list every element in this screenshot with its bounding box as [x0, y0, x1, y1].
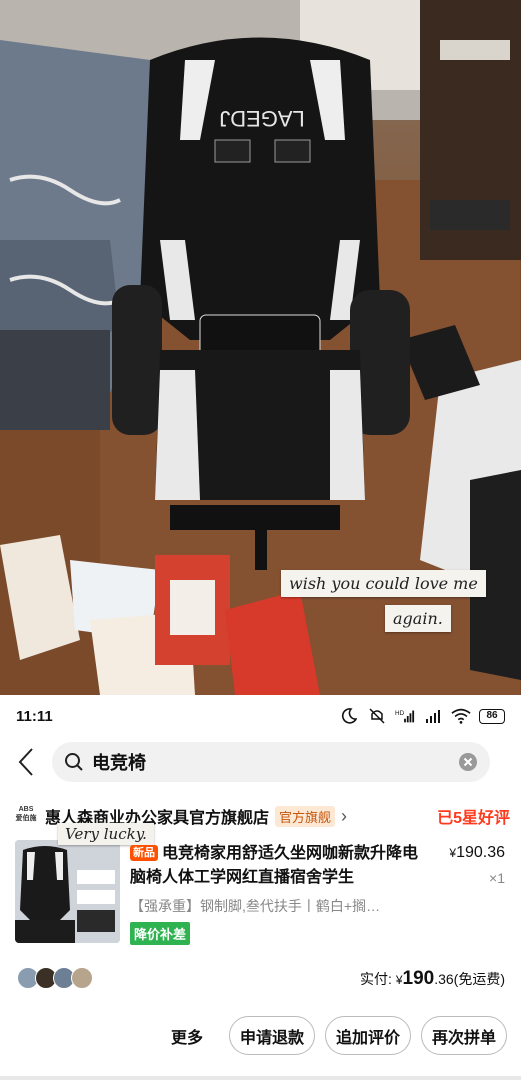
paid-integer: 190 [402, 968, 435, 989]
chevron-right-icon: › [341, 805, 348, 826]
refund-button[interactable]: 申请退款 [228, 1016, 315, 1055]
back-button[interactable] [0, 737, 52, 787]
mute-icon [367, 707, 387, 725]
reorder-button[interactable]: 再次拼单 [420, 1016, 507, 1055]
signal-hd-icon: HD [395, 707, 415, 725]
store-logo: ABS 爱伯施 [15, 806, 37, 822]
avatar [71, 967, 93, 989]
product-badge: 新品 [130, 845, 158, 861]
product-title-text: 电竞椅家用舒适久坐网咖新款升降电脑椅人体工学网红直播宿舍学生 [130, 845, 419, 886]
price-protection-badge[interactable]: 降价补差 [130, 922, 191, 945]
product-spec: 【强承重】钢制脚,叁代扶手丨鹤白+搁… [130, 898, 381, 914]
photo-caption-line-2: again. [385, 605, 451, 632]
search-header: 电竞椅 [0, 737, 521, 787]
paid-symbol: ¥ [395, 973, 403, 987]
more-button[interactable]: 更多 [171, 1024, 203, 1048]
product-price: ¥190.36 [449, 844, 505, 862]
shipping-note: (免运费) [453, 971, 505, 987]
rating-status: 已5星好评 [437, 810, 510, 827]
status-icons: HD 86 [339, 707, 505, 725]
photo-caption-line-1: wish you could love me [281, 570, 486, 597]
product-image [15, 840, 120, 943]
search-query: 电竞椅 [92, 753, 146, 773]
back-icon [18, 748, 33, 776]
store-tag-badge: 官方旗舰 [275, 805, 336, 827]
status-time: 11:11 [16, 707, 53, 725]
price-value: 190.36 [456, 844, 505, 861]
photo: LAGEDJ LAGEDJ wish you could love me aga… [0, 0, 521, 695]
paid-decimal: .36 [434, 971, 454, 987]
battery-icon: 86 [479, 708, 505, 724]
product-title[interactable]: 新品 电竞椅家用舒适久坐网咖新款升降电脑椅人体工学网红直播宿舍学生 [130, 842, 430, 890]
product-thumbnail[interactable] [15, 840, 120, 943]
divider [0, 1076, 521, 1080]
search-icon [65, 753, 83, 771]
svg-text:HD: HD [395, 710, 405, 717]
order-actions: 更多 申请退款 追加评价 再次拼单 [171, 1016, 507, 1055]
add-review-button[interactable]: 追加评价 [324, 1016, 411, 1055]
product-quantity: ×1 [489, 870, 505, 886]
signal-icon [423, 707, 443, 725]
search-input[interactable]: 电竞椅 [52, 742, 490, 782]
moon-icon [339, 707, 359, 725]
paid-label: 实付: [360, 971, 392, 987]
status-bar: 11:11 HD 86 [0, 695, 521, 737]
group-avatars[interactable] [17, 967, 93, 989]
wifi-icon [451, 707, 471, 725]
paid-amount: 实付: ¥190.36(免运费) [360, 968, 505, 990]
clear-icon[interactable] [458, 752, 478, 772]
chair-brand-text: LAGEDJ [219, 106, 305, 131]
